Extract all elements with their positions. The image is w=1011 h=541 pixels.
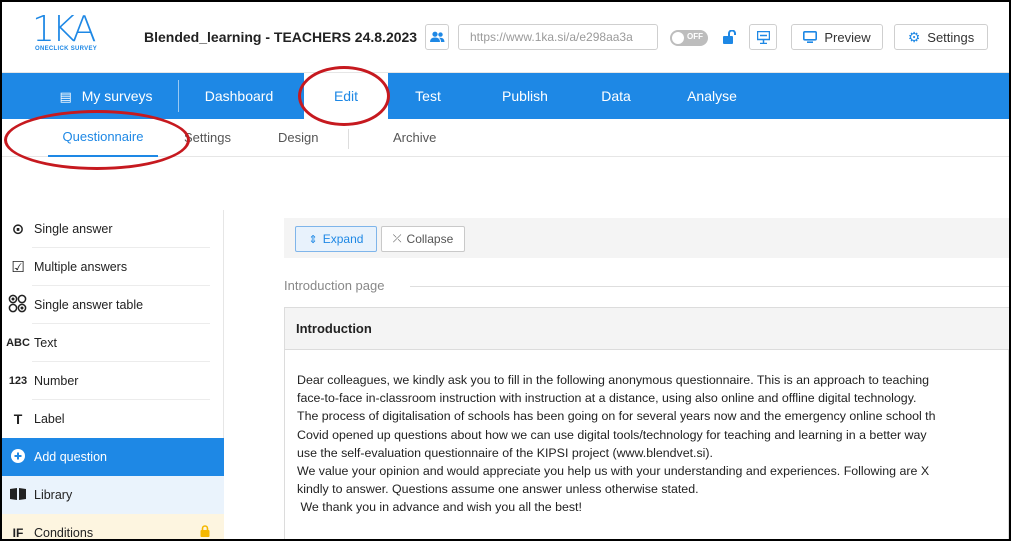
lock-icon: [200, 525, 210, 540]
edit-subtabs: Questionnaire Settings Design Archive: [2, 119, 1009, 157]
expand-icon: ⇕: [308, 233, 318, 246]
sidebar-item-conditions[interactable]: IF Conditions: [2, 514, 224, 541]
sidebar-item-label-type[interactable]: T Label: [2, 400, 224, 438]
tab-design[interactable]: Design: [278, 119, 318, 157]
sidebar-item-multiple-answers[interactable]: ☑ Multiple answers: [2, 248, 224, 286]
sidebar-item-number[interactable]: 123 Number: [2, 362, 224, 400]
monitor-icon: [803, 31, 818, 43]
section-divider: [410, 286, 1009, 287]
logo-subtitle: ONECLICK SURVEY: [35, 46, 98, 52]
intro-line: Dear colleagues, we kindly ask you to fi…: [297, 373, 930, 387]
subtab-divider: [348, 129, 349, 149]
nav-my-surveys-label: My surveys: [81, 88, 153, 104]
collapse-button[interactable]: ⤫ Collapse: [381, 226, 465, 252]
nav-edit[interactable]: Edit: [304, 73, 388, 119]
unlock-button[interactable]: [718, 24, 740, 50]
intro-line: The process of digitalisation of schools…: [297, 409, 936, 424]
sidebar-item-label: Label: [34, 412, 65, 426]
logo-mark: 1KA: [32, 9, 97, 50]
presentation-icon: [756, 30, 770, 44]
nav-analyse[interactable]: Analyse: [680, 73, 744, 119]
label-icon: T: [13, 411, 23, 427]
survey-active-toggle[interactable]: OFF: [670, 30, 708, 46]
radio-grid-icon: [2, 294, 34, 317]
preview-label: Preview: [824, 29, 871, 45]
collaborators-button[interactable]: [425, 24, 449, 50]
card-title: Introduction: [285, 308, 1010, 350]
collapse-icon: ⤫: [392, 232, 402, 245]
introduction-card[interactable]: Introduction Dear colleagues, we kindly …: [284, 307, 1010, 541]
tab-archive[interactable]: Archive: [393, 119, 436, 157]
clipboard-icon: ▤: [59, 89, 72, 104]
radio-icon: ⊙: [11, 221, 25, 238]
sidebar-item-label: Single answer: [34, 222, 113, 236]
text-icon: ABC: [6, 337, 30, 349]
tab-settings[interactable]: Settings: [184, 119, 231, 157]
nav-data[interactable]: Data: [594, 73, 638, 119]
users-icon: [429, 31, 444, 42]
question-type-sidebar: ⊙ Single answer ☑ Multiple answers Singl…: [2, 210, 224, 541]
sidebar-item-single-answer[interactable]: ⊙ Single answer: [2, 210, 224, 248]
intro-line: use the self-evaluation questionnaire of…: [297, 445, 713, 460]
main-nav: ▤ My surveys Dashboard Edit Test Publish…: [2, 73, 1009, 119]
expand-button[interactable]: ⇕ Expand: [295, 226, 377, 252]
sidebar-item-label: Text: [34, 336, 57, 350]
tab-questionnaire[interactable]: Questionnaire: [48, 119, 158, 157]
checkbox-icon: ☑: [11, 259, 25, 276]
if-icon: IF: [12, 526, 24, 540]
unlock-icon: [722, 30, 736, 44]
sidebar-item-label: Single answer table: [34, 298, 144, 312]
add-question-button[interactable]: Add question: [2, 438, 224, 476]
number-icon: 123: [8, 375, 28, 387]
presentation-button[interactable]: [749, 24, 777, 50]
intro-line: kindly to answer. Questions assume one a…: [297, 482, 699, 497]
sidebar-item-label: Conditions: [34, 526, 94, 540]
question-toolbar: ⇕ Expand ⤫ Collapse: [284, 218, 1009, 258]
sidebar-item-text[interactable]: ABC Text: [2, 324, 224, 362]
toggle-knob: [672, 32, 684, 44]
collapse-label: Collapse: [406, 232, 454, 246]
sidebar-item-label: Add question: [34, 450, 107, 464]
settings-button[interactable]: ⚙ Settings: [894, 24, 988, 50]
expand-label: Expand: [322, 232, 364, 246]
top-header: 1KA ONECLICK SURVEY Blended_learning - T…: [2, 2, 1009, 73]
plus-circle-icon: [2, 448, 34, 466]
intro-line: face-to-face in-classroom instruction wi…: [297, 391, 917, 406]
nav-divider: [178, 80, 179, 112]
nav-publish[interactable]: Publish: [492, 73, 558, 119]
introduction-text: Dear colleagues, we kindly ask you to fi…: [297, 371, 1010, 517]
toggle-label: OFF: [687, 32, 703, 41]
sidebar-item-label: Multiple answers: [34, 260, 128, 274]
section-title: Introduction page: [284, 278, 385, 293]
survey-title: Blended_learning - TEACHERS 24.8.2023: [144, 29, 418, 45]
survey-url-field[interactable]: https://www.1ka.si/a/e298aa3a: [458, 24, 658, 50]
intro-line: We value your opinion and would apprecia…: [297, 464, 930, 479]
gear-icon: ⚙: [907, 28, 921, 45]
nav-dashboard[interactable]: Dashboard: [198, 73, 280, 119]
app-logo[interactable]: 1KA ONECLICK SURVEY: [32, 12, 102, 60]
sidebar-item-label: Library: [34, 488, 73, 502]
sidebar-item-library[interactable]: Library: [2, 476, 224, 514]
book-icon: [2, 487, 34, 503]
nav-test[interactable]: Test: [406, 73, 450, 119]
nav-my-surveys[interactable]: ▤ My surveys: [56, 73, 156, 119]
settings-label: Settings: [927, 29, 975, 45]
preview-button[interactable]: Preview: [791, 24, 883, 50]
intro-line: We thank you in advance and wish you all…: [297, 500, 582, 515]
intro-line: Covid opened up questions about how we c…: [297, 427, 927, 442]
sidebar-item-single-answer-table[interactable]: Single answer table: [2, 286, 224, 324]
sidebar-item-label: Number: [34, 374, 79, 388]
